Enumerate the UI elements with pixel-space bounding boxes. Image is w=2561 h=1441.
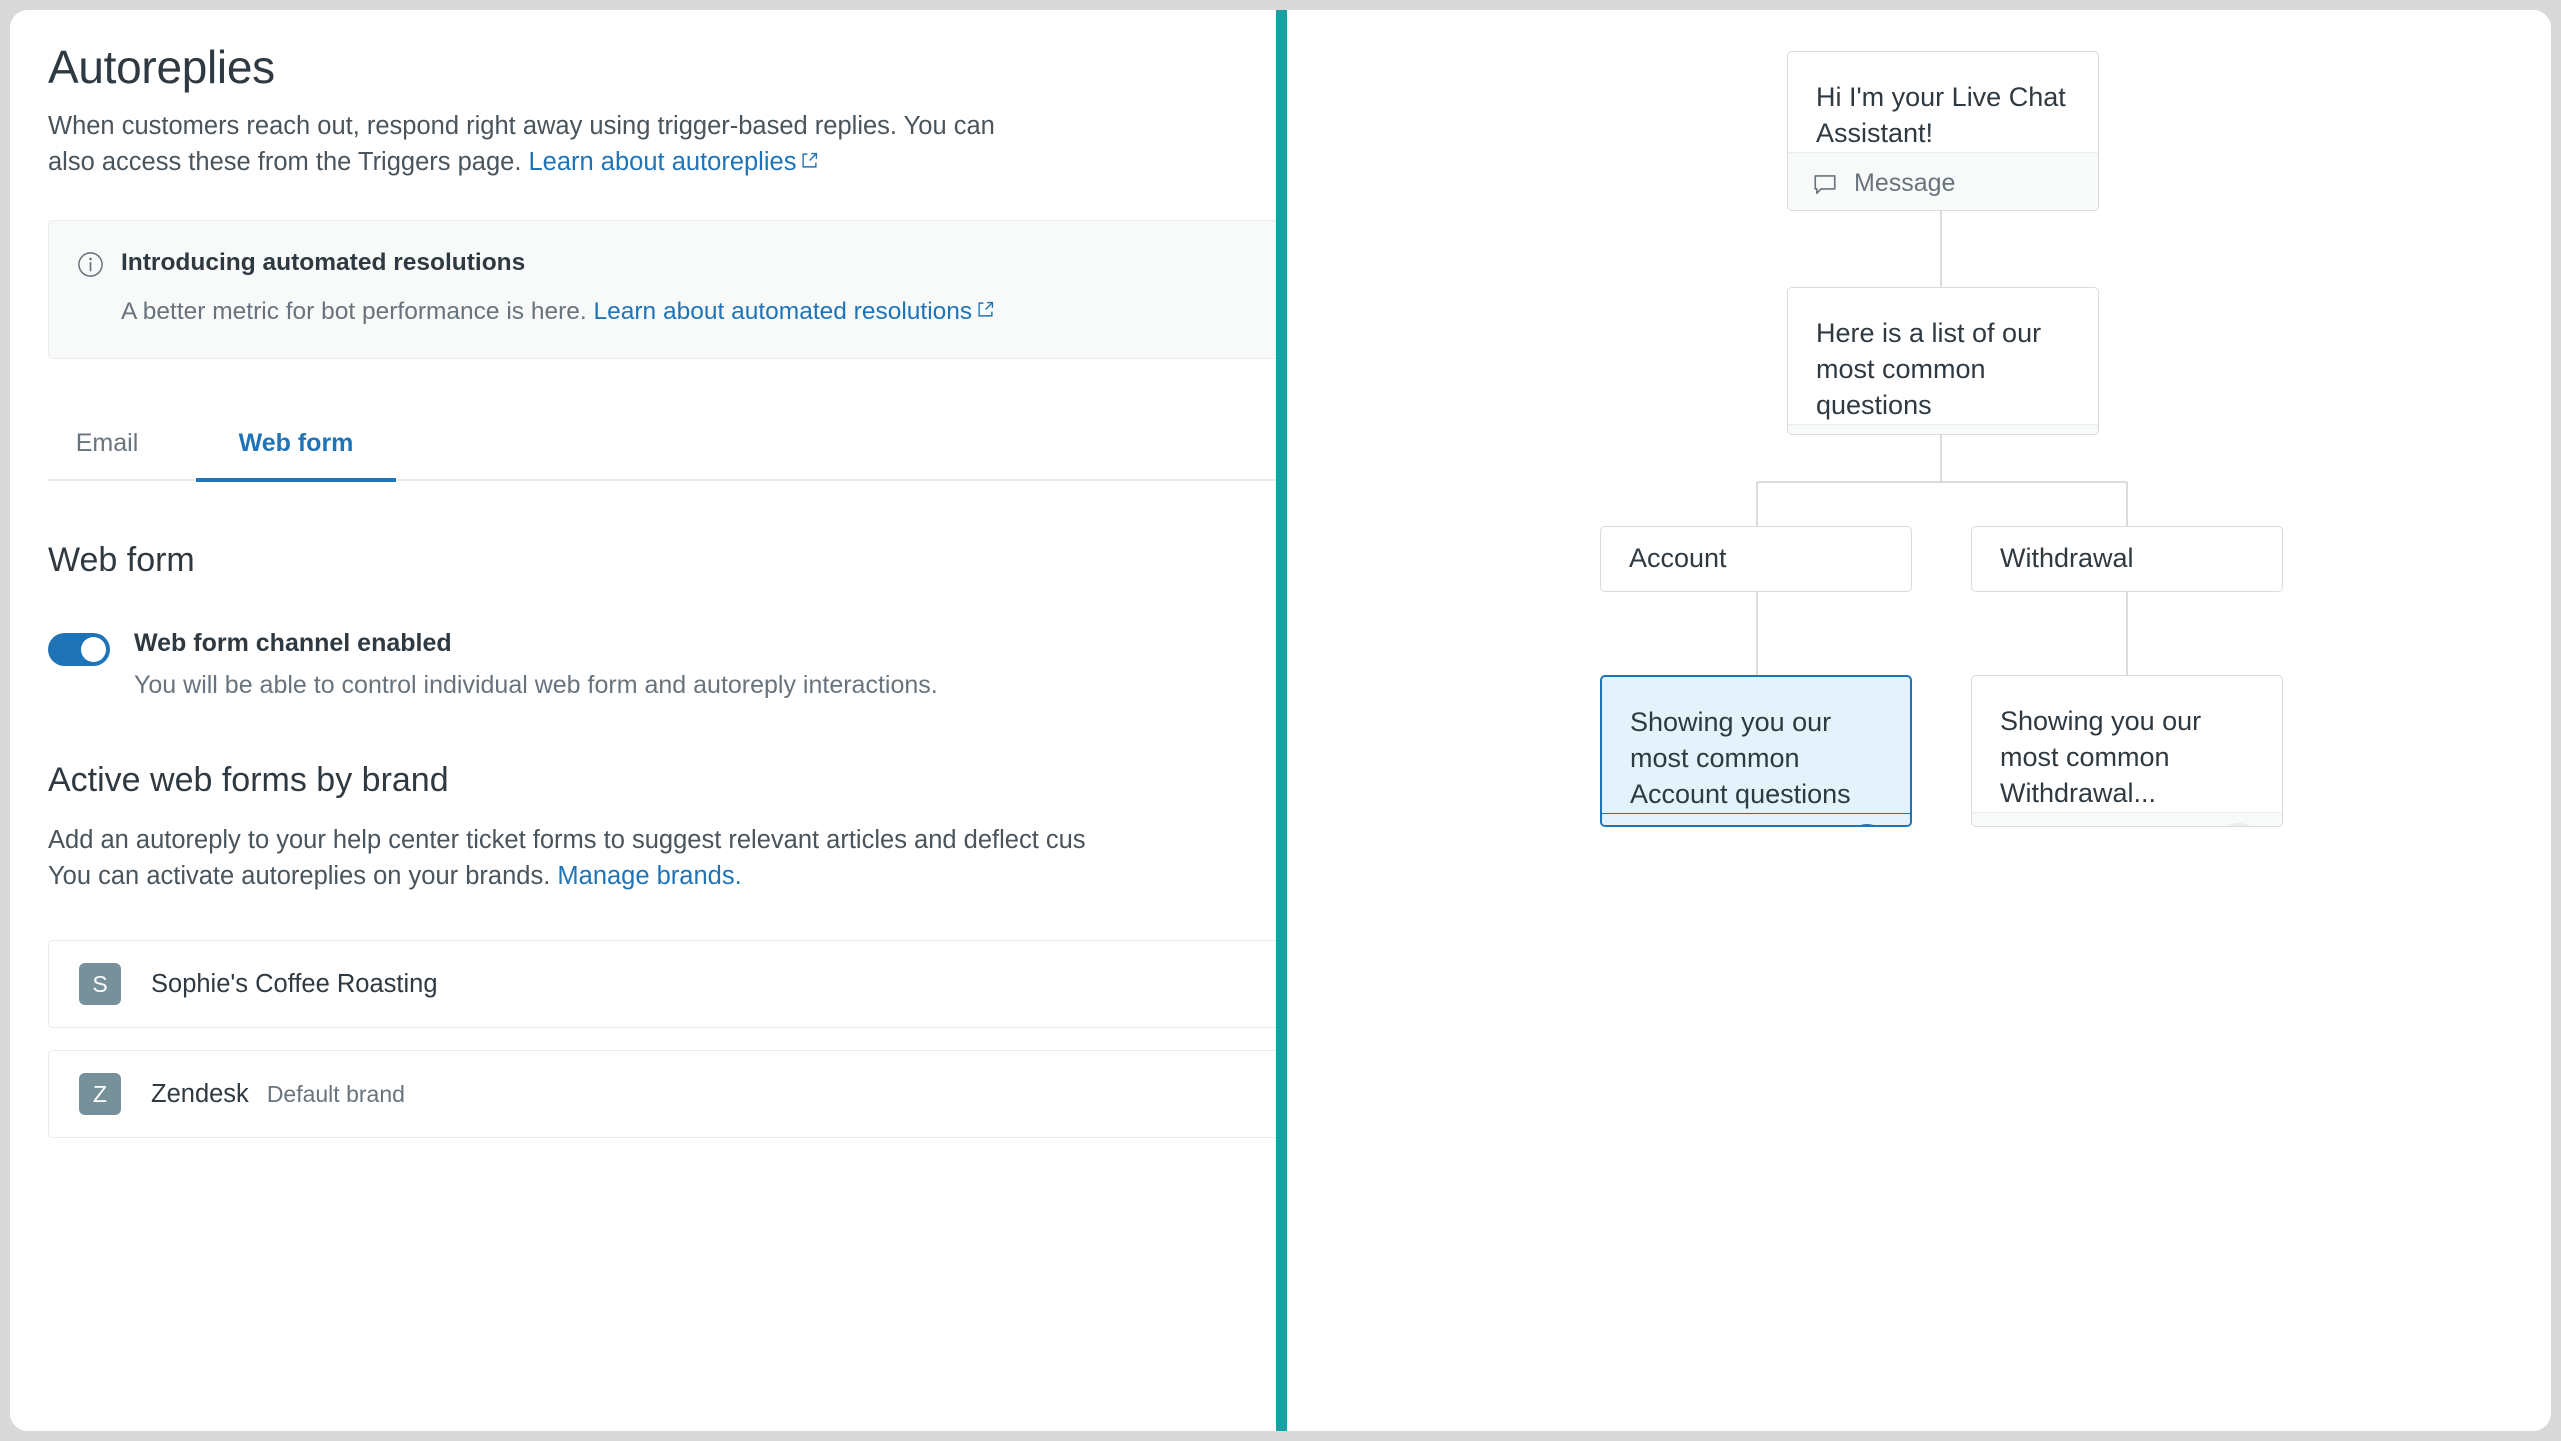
active-web-forms-description-line1: Add an autoreply to your help center tic…: [48, 826, 1086, 855]
banner-body-text: A better metric for bot performance is h…: [121, 298, 594, 326]
banner-title: Introducing automated resolutions: [121, 249, 526, 277]
flow-node-articles-withdrawal[interactable]: Showing you our most common Withdrawal..…: [1971, 675, 2283, 827]
brand-row-zendesk[interactable]: Z Zendesk Default brand: [48, 1050, 1276, 1139]
flow-connector-lines: [1756, 210, 2128, 675]
flow-node-options-footer: Options 2: [1788, 423, 2098, 434]
flow-node-articles-account[interactable]: Showing you our most common Account ques…: [1600, 675, 1912, 827]
bot-flow-panel: Hi I'm your Live Chat Assistant! Message…: [1287, 10, 2551, 1431]
flow-node-options-text: Here is a list of our most common questi…: [1816, 318, 2042, 420]
external-link-icon: [977, 301, 994, 318]
tab-email[interactable]: Email: [48, 415, 166, 482]
flow-node-branch-withdrawal[interactable]: Withdrawal: [1971, 526, 2283, 592]
automated-resolutions-banner: Introducing automated resolutions A bett…: [48, 220, 1276, 360]
brand-name: Zendesk: [151, 1079, 249, 1108]
message-bubble-icon: [1812, 171, 1838, 197]
page-title: Autoreplies: [48, 41, 275, 93]
web-form-channel-toggle[interactable]: [48, 633, 110, 667]
flow-node-message-text: Hi I'm your Live Chat Assistant!: [1816, 82, 2066, 148]
learn-about-autoreplies-link[interactable]: Learn about autoreplies: [529, 148, 797, 176]
flow-node-articles-withdrawal-footer: Articles 1: [1972, 811, 2282, 826]
avatar: Z: [79, 1073, 121, 1116]
flow-node-message-footer: Message: [1788, 151, 2098, 210]
active-web-forms-description-line2: You can activate autoreplies on your bra…: [48, 862, 558, 891]
info-circle-icon: [77, 251, 104, 278]
flow-node-articles-account-footer: Articles 1: [1602, 812, 1910, 825]
bot-flow-canvas[interactable]: Hi I'm your Live Chat Assistant! Message…: [1287, 10, 2551, 1431]
app-window: Autoreplies When customers reach out, re…: [10, 10, 2551, 1431]
tab-web-form[interactable]: Web form: [196, 415, 396, 483]
brand-row-sophies-coffee-roasting[interactable]: S Sophie's Coffee Roasting: [48, 940, 1276, 1029]
toggle-knob: [81, 637, 106, 663]
brand-name: Sophie's Coffee Roasting: [151, 969, 438, 998]
brand-list: S Sophie's Coffee Roasting Z Zendesk Def…: [48, 940, 1276, 1139]
learn-about-automated-resolutions-link[interactable]: Learn about automated resolutions: [594, 298, 973, 325]
flow-node-branch-withdrawal-label: Withdrawal: [2000, 543, 2134, 574]
flow-node-branch-account-label: Account: [1629, 543, 1727, 574]
external-link-icon: [801, 152, 818, 169]
flow-node-branch-account[interactable]: Account: [1600, 526, 1912, 592]
flow-node-message-type: Message: [1854, 169, 1956, 198]
web-form-section-title: Web form: [48, 541, 195, 580]
avatar: S: [79, 963, 121, 1006]
page-description: When customers reach out, respond right …: [48, 108, 1178, 180]
flow-node-message[interactable]: Hi I'm your Live Chat Assistant! Message: [1787, 51, 2099, 211]
web-form-channel-toggle-row: Web form channel enabled You will be abl…: [48, 628, 1276, 701]
active-web-forms-description: Add an autoreply to your help center tic…: [48, 822, 1276, 894]
flow-node-articles-account-count-badge: 1: [1846, 823, 1888, 825]
active-web-forms-section-title: Active web forms by brand: [48, 761, 449, 800]
page-description-line2: also access these from the Triggers page…: [48, 148, 529, 177]
manage-brands-link[interactable]: Manage brands.: [557, 862, 741, 890]
panel-divider: [1276, 10, 1287, 1431]
banner-body: A better metric for bot performance is h…: [121, 295, 1276, 328]
default-brand-tag: Default brand: [266, 1080, 405, 1107]
flow-node-articles-account-text: Showing you our most common Account ques…: [1630, 707, 1851, 809]
page-description-line1: When customers reach out, respond right …: [48, 112, 995, 140]
channel-tabs: Email Web form: [48, 415, 1276, 483]
autoreplies-settings-panel: Autoreplies When customers reach out, re…: [10, 10, 1276, 1431]
flow-node-articles-withdrawal-count-badge: 1: [2218, 822, 2260, 826]
web-form-channel-toggle-description: You will be able to control individual w…: [134, 670, 938, 699]
web-form-channel-toggle-label: Web form channel enabled: [134, 629, 452, 658]
flow-node-articles-withdrawal-text: Showing you our most common Withdrawal..…: [2000, 706, 2202, 808]
flow-node-options[interactable]: Here is a list of our most common questi…: [1787, 287, 2099, 435]
